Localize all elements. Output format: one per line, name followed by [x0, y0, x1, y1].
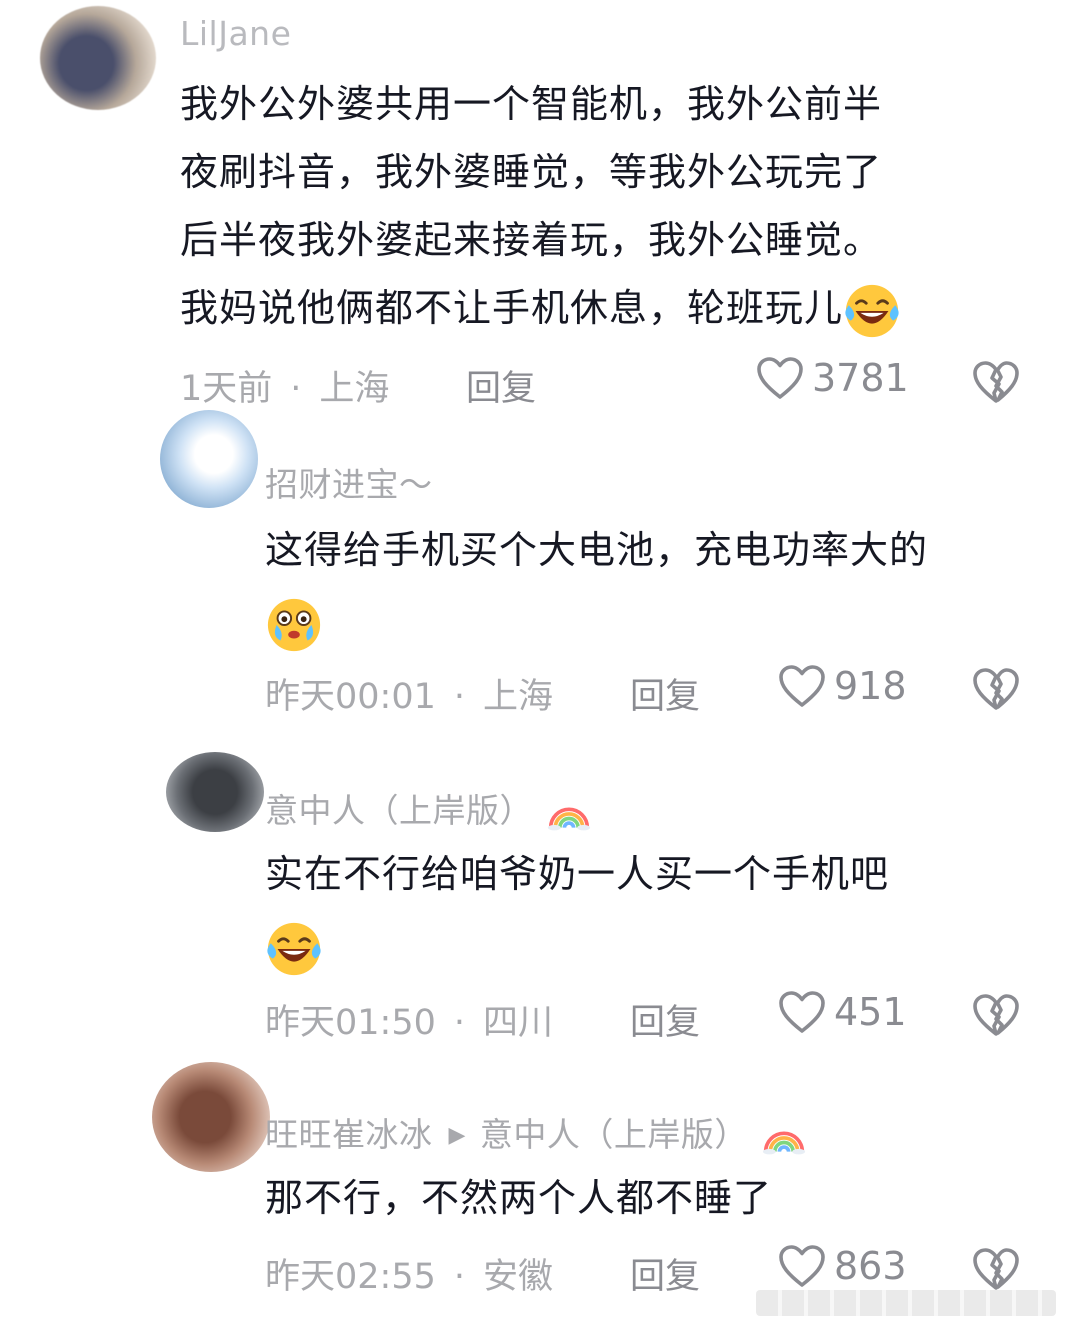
comment-location: 上海 — [319, 369, 390, 409]
heart-icon — [778, 990, 826, 1034]
comment-line: 实在不行给咱爷奶一人买一个手机吧 — [265, 852, 890, 896]
comment-time: 1天前 — [180, 369, 273, 409]
comment-text: 实在不行给咱爷奶一人买一个手机吧 — [265, 840, 1045, 976]
like-count: 918 — [834, 664, 907, 708]
teary-eyed-emoji — [265, 596, 323, 654]
comment-line-last: 我妈说他俩都不让手机休息，轮班玩儿 — [180, 274, 1040, 342]
comment-meta: 昨天02:55 · 安徽 — [265, 1248, 553, 1299]
laugh-cry-emoji — [843, 282, 901, 340]
like-count: 863 — [834, 1244, 907, 1288]
comment-line: 夜刷抖音，我外婆睡觉，等我外公玩完了 — [180, 150, 883, 194]
avatar[interactable] — [166, 752, 264, 832]
comment-line: 我外公外婆共用一个智能机，我外公前半 — [180, 82, 883, 126]
comment-time: 昨天01:50 — [265, 1003, 436, 1043]
comment-username: 意中人（上岸版） — [265, 784, 591, 832]
reply-button[interactable]: 回复 — [630, 1248, 700, 1299]
username-text[interactable]: 意中人（上岸版） — [265, 791, 533, 830]
username-text[interactable]: 旺旺崔冰冰 — [265, 1115, 433, 1154]
comment-username[interactable]: LilJane — [180, 14, 291, 53]
broken-heart-icon[interactable] — [972, 667, 1020, 711]
laugh-cry-emoji — [265, 920, 323, 978]
emoji-line — [265, 584, 1045, 652]
comment-location: 上海 — [483, 677, 554, 717]
heart-icon — [756, 356, 804, 400]
comment-line: 那不行，不然两个人都不睡了 — [265, 1176, 773, 1220]
meta-separator: · — [290, 369, 302, 409]
comment-line: 这得给手机买个大电池，充电功率大的 — [265, 528, 929, 572]
comment-text: 这得给手机买个大电池，充电功率大的 — [265, 516, 1045, 652]
like-button[interactable]: 863 — [778, 1244, 907, 1288]
like-count: 451 — [834, 990, 907, 1034]
comment-meta: 昨天00:01 · 上海 — [265, 668, 553, 719]
comment-location: 安徽 — [483, 1257, 554, 1297]
avatar[interactable] — [152, 1062, 270, 1172]
broken-heart-icon[interactable] — [972, 360, 1020, 404]
avatar[interactable] — [40, 6, 156, 110]
broken-heart-icon[interactable] — [972, 993, 1020, 1037]
rainbow-icon — [762, 1118, 806, 1156]
avatar[interactable] — [160, 410, 258, 508]
watermark — [756, 1290, 1056, 1316]
meta-separator: · — [453, 1003, 466, 1043]
broken-heart-icon[interactable] — [972, 1247, 1020, 1291]
reply-button[interactable]: 回复 — [630, 668, 700, 719]
reply-arrow-icon: ▶ — [448, 1123, 466, 1148]
reply-button[interactable]: 回复 — [466, 360, 536, 411]
comment-username[interactable]: 招财进宝～ — [265, 458, 433, 506]
comment-username: 旺旺崔冰冰 ▶ 意中人（上岸版） — [265, 1108, 806, 1156]
heart-icon — [778, 664, 826, 708]
comment-time: 昨天02:55 — [265, 1257, 436, 1297]
comment-time: 昨天00:01 — [265, 677, 436, 717]
rainbow-icon — [547, 794, 591, 832]
like-button[interactable]: 3781 — [756, 356, 909, 400]
like-button[interactable]: 451 — [778, 990, 907, 1034]
comment-line: 后半夜我外婆起来接着玩，我外公睡觉。 — [180, 218, 883, 262]
like-count: 3781 — [812, 356, 909, 400]
emoji-line — [265, 908, 1045, 976]
heart-icon — [778, 1244, 826, 1288]
meta-separator: · — [453, 677, 466, 717]
comment-text: 我外公外婆共用一个智能机，我外公前半 夜刷抖音，我外婆睡觉，等我外公玩完了 后半… — [180, 70, 1040, 342]
comment-line: 我妈说他俩都不让手机休息，轮班玩儿 — [180, 286, 844, 330]
comment-meta: 昨天01:50 · 四川 — [265, 994, 553, 1045]
like-button[interactable]: 918 — [778, 664, 907, 708]
reply-button[interactable]: 回复 — [630, 994, 700, 1045]
comment-location: 四川 — [483, 1003, 554, 1043]
reply-to-username[interactable]: 意中人（上岸版） — [480, 1115, 748, 1154]
comment-text: 那不行，不然两个人都不睡了 — [265, 1164, 1045, 1232]
meta-separator: · — [453, 1257, 466, 1297]
comment-meta: 1天前 · 上海 — [180, 360, 389, 411]
